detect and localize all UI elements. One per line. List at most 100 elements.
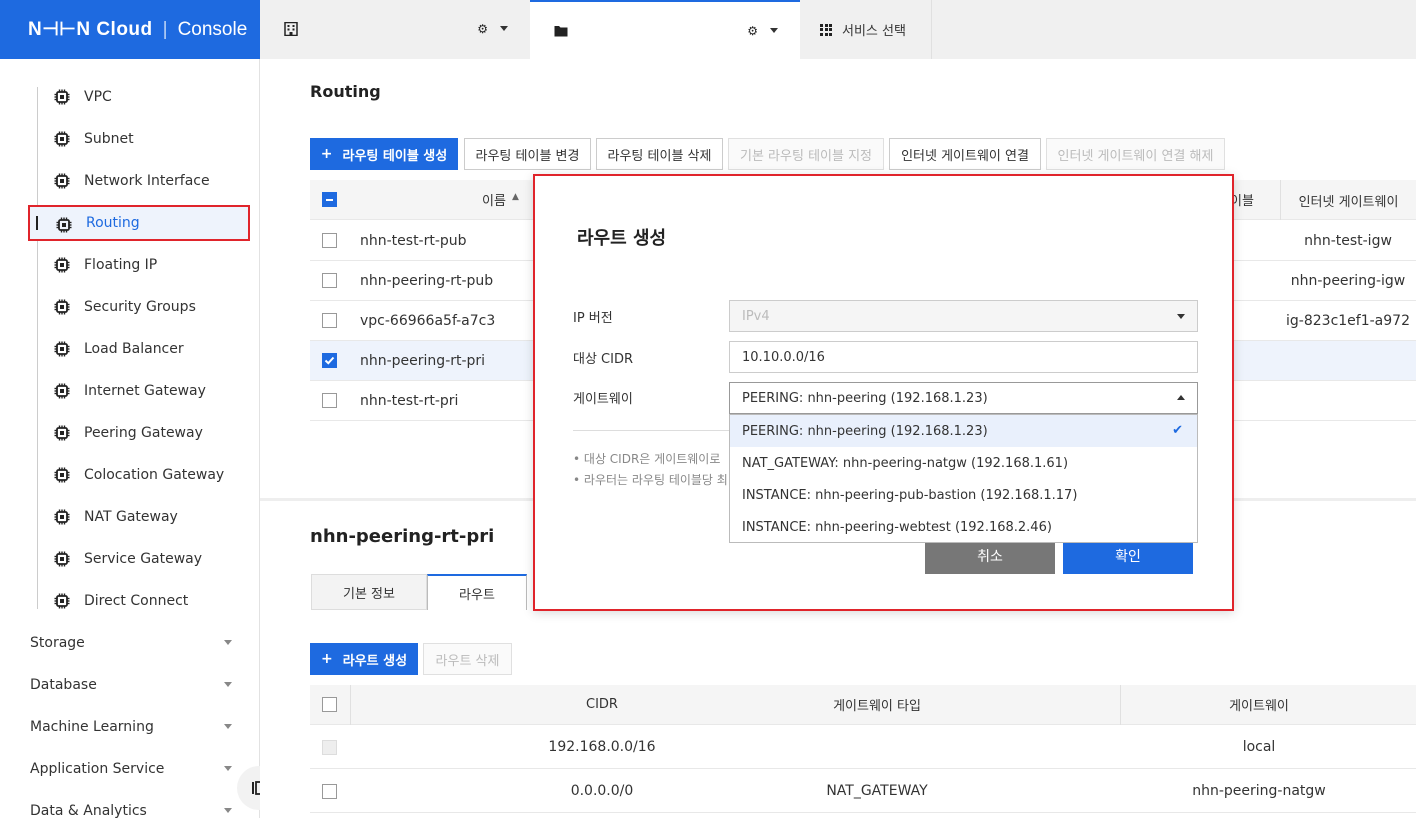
sidebar-item-label: Load Balancer <box>84 341 184 357</box>
sidebar-item-label: Colocation Gateway <box>84 467 225 483</box>
row-checkbox <box>322 740 337 755</box>
row-checkbox[interactable] <box>322 313 337 328</box>
sidebar-group-storage[interactable]: Storage <box>30 628 240 658</box>
sidebar-item-floating-ip[interactable]: Floating IP <box>28 247 250 283</box>
disconnect-internet-gateway-button[interactable]: 인터넷 게이트웨이 연결 해제 <box>1046 138 1225 170</box>
option-label: INSTANCE: nhn-peering-pub-bastion (192.1… <box>742 487 1078 503</box>
row-checkbox[interactable] <box>322 233 337 248</box>
chevron-down-icon <box>224 640 232 645</box>
tab-routes[interactable]: 라우트 <box>427 574 527 610</box>
connect-internet-gateway-button[interactable]: 인터넷 게이트웨이 연결 <box>889 138 1041 170</box>
note-item: • 라우터는 라우팅 테이블당 최 <box>573 473 728 487</box>
select-all-checkbox[interactable] <box>322 192 337 207</box>
tab-basic-info[interactable]: 기본 정보 <box>311 574 427 610</box>
option-label: PEERING: nhn-peering (192.168.1.23) <box>742 423 988 439</box>
gateway-dropdown: PEERING: nhn-peering (192.168.1.23) ✔ NA… <box>729 414 1198 543</box>
sidebar-item-network-interface[interactable]: Network Interface <box>28 163 250 199</box>
gateway-option[interactable]: INSTANCE: nhn-peering-pub-bastion (192.1… <box>730 479 1197 511</box>
table-header: CIDR 게이트웨이 타입 게이트웨이 <box>310 685 1416 725</box>
sidebar-item-direct-connect[interactable]: Direct Connect <box>28 583 250 619</box>
sidebar-item-colocation-gateway[interactable]: Colocation Gateway <box>28 457 250 493</box>
chevron-up-icon <box>1177 395 1185 400</box>
sidebar-item-service-gateway[interactable]: Service Gateway <box>28 541 250 577</box>
column-divider <box>350 685 351 725</box>
change-routing-table-button[interactable]: 라우팅 테이블 변경 <box>464 138 591 170</box>
sidebar-item-load-balancer[interactable]: Load Balancer <box>28 331 250 367</box>
select-all-checkbox[interactable] <box>322 697 337 712</box>
organization-tab[interactable]: ⚙ <box>260 0 530 59</box>
button-label: 인터넷 게이트웨이 연결 <box>901 148 1029 164</box>
sidebar-item-security-groups[interactable]: Security Groups <box>28 289 250 325</box>
create-routing-table-button[interactable]: + 라우팅 테이블 생성 <box>310 138 458 170</box>
chevron-down-icon <box>1177 314 1185 319</box>
sidebar-group-application-service[interactable]: Application Service <box>30 754 240 784</box>
sidebar-item-nat-gateway[interactable]: NAT Gateway <box>28 499 250 535</box>
button-label: 라우트 생성 <box>342 653 408 669</box>
sidebar: VPC Subnet Network Interface Routing Floatin… <box>0 59 260 818</box>
group-label: Data & Analytics <box>30 803 147 818</box>
gateway-option[interactable]: INSTANCE: nhn-peering-webtest (192.168.2… <box>730 511 1197 543</box>
cancel-button[interactable]: 취소 <box>925 538 1055 574</box>
gateway-option[interactable]: PEERING: nhn-peering (192.168.1.23) ✔ <box>730 415 1197 447</box>
chip-icon <box>54 299 70 315</box>
row-checkbox[interactable] <box>322 273 337 288</box>
project-tab[interactable]: ⚙ <box>530 0 800 59</box>
button-label: 취소 <box>977 549 1003 565</box>
sidebar-item-subnet[interactable]: Subnet <box>28 121 250 157</box>
logo[interactable]: N⊣⊢N Cloud | Console <box>0 0 260 59</box>
group-label: Application Service <box>30 761 165 777</box>
tab-label: 라우트 <box>459 587 495 603</box>
gateway-option[interactable]: NAT_GATEWAY: nhn-peering-natgw (192.168.… <box>730 447 1197 479</box>
sidebar-group-data-analytics[interactable]: Data & Analytics <box>30 796 240 818</box>
sidebar-item-label: Direct Connect <box>84 593 189 609</box>
sidebar-group-machine-learning[interactable]: Machine Learning <box>30 712 240 742</box>
cidr-cell: 0.0.0.0/0 <box>570 783 634 799</box>
gateway-select[interactable]: PEERING: nhn-peering (192.168.1.23) <box>729 382 1198 414</box>
sidebar-item-label: Security Groups <box>84 299 196 315</box>
sort-icon[interactable]: ▲ <box>512 192 519 202</box>
row-checkbox[interactable] <box>322 353 337 368</box>
table-row[interactable]: 0.0.0.0/0 NAT_GATEWAY nhn-peering-natgw <box>310 770 1416 813</box>
folder-icon <box>554 26 568 37</box>
routing-table-name: nhn-peering-rt-pri <box>360 352 486 369</box>
confirm-button[interactable]: 확인 <box>1063 538 1193 574</box>
internet-gateway-cell: nhn-peering-igw <box>1290 272 1406 289</box>
column-cidr-header: CIDR <box>586 697 618 712</box>
set-default-routing-table-button[interactable]: 기본 라우팅 테이블 지정 <box>728 138 884 170</box>
cidr-input[interactable]: 10.10.0.0/16 <box>729 341 1198 373</box>
table-row[interactable]: 192.168.0.0/16 local <box>310 726 1416 769</box>
cidr-value: 10.10.0.0/16 <box>742 349 825 365</box>
create-route-button[interactable]: + 라우트 생성 <box>310 643 418 675</box>
option-label: NAT_GATEWAY: nhn-peering-natgw (192.168.… <box>742 455 1069 471</box>
chip-icon <box>54 593 70 609</box>
modal-notes: • 대상 CIDR은 게이트웨이로 • 라우터는 라우팅 테이블당 최 <box>573 430 733 491</box>
row-checkbox[interactable] <box>322 393 337 408</box>
chip-icon <box>54 383 70 399</box>
service-select-button[interactable]: 서비스 선택 <box>800 0 932 59</box>
sidebar-item-label: Peering Gateway <box>84 425 203 441</box>
routing-table-name: nhn-test-rt-pri <box>360 392 459 409</box>
sidebar-group-database[interactable]: Database <box>30 670 240 700</box>
sidebar-item-internet-gateway[interactable]: Internet Gateway <box>28 373 250 409</box>
column-name-header[interactable]: 이름 <box>482 190 506 209</box>
chip-icon <box>54 89 70 105</box>
gear-icon[interactable]: ⚙ <box>477 22 488 36</box>
chevron-down-icon[interactable] <box>770 28 778 33</box>
sidebar-item-peering-gateway[interactable]: Peering Gateway <box>28 415 250 451</box>
gear-icon[interactable]: ⚙ <box>747 24 758 38</box>
modal-title: 라우트 생성 <box>577 228 667 249</box>
delete-route-button[interactable]: 라우트 삭제 <box>423 643 512 675</box>
cidr-cell: 192.168.0.0/16 <box>548 739 656 755</box>
sidebar-item-label: Routing <box>86 215 140 231</box>
chevron-down-icon[interactable] <box>500 26 508 31</box>
chevron-down-icon <box>224 724 232 729</box>
option-label: INSTANCE: nhn-peering-webtest (192.168.2… <box>742 519 1052 535</box>
delete-routing-table-button[interactable]: 라우팅 테이블 삭제 <box>596 138 723 170</box>
routing-table-name: nhn-test-rt-pub <box>360 232 467 249</box>
gateway-label: 게이트웨이 <box>573 392 633 407</box>
sidebar-item-vpc[interactable]: VPC <box>28 79 250 115</box>
ip-version-label: IP 버전 <box>573 311 613 326</box>
sidebar-item-routing[interactable]: Routing <box>28 205 250 241</box>
plus-icon: + <box>320 651 333 667</box>
row-checkbox[interactable] <box>322 784 337 799</box>
